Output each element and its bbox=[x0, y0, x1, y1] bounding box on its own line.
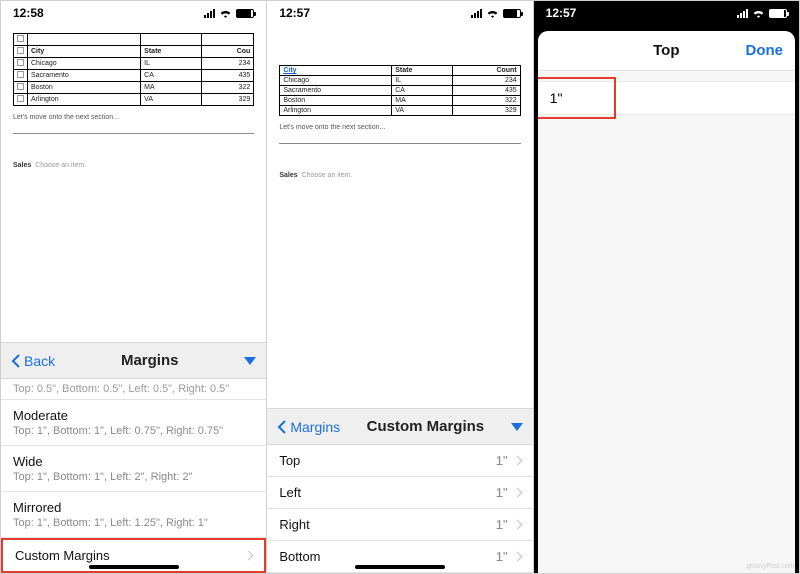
sheet-header: Margins Custom Margins bbox=[267, 409, 532, 445]
signal-icon bbox=[204, 9, 215, 18]
margin-top-row[interactable]: Top 1" bbox=[267, 445, 532, 477]
panel-custom-margins: 12:57 City State Count ChicagoIL234 Sacr… bbox=[267, 1, 533, 573]
margin-option-wide[interactable]: Wide Top: 1", Bottom: 1", Left: 2", Righ… bbox=[1, 446, 266, 492]
chevron-right-icon bbox=[512, 520, 522, 530]
back-button[interactable]: Back bbox=[11, 353, 55, 369]
status-right bbox=[471, 8, 521, 18]
margin-option-truncated[interactable]: Top: 0.5", Bottom: 0.5", Left: 0.5", Rig… bbox=[1, 379, 266, 400]
status-time: 12:58 bbox=[13, 6, 44, 20]
status-time: 12:57 bbox=[546, 6, 577, 20]
margins-sheet: Back Margins Top: 0.5", Bottom: 0.5", Le… bbox=[1, 342, 266, 573]
home-indicator bbox=[89, 565, 179, 569]
status-bar: 12:58 bbox=[1, 1, 266, 25]
sales-row: Sales Choose an item. bbox=[279, 172, 520, 179]
custom-margins-sheet: Margins Custom Margins Top 1" Left 1" Ri… bbox=[267, 408, 532, 573]
wifi-icon bbox=[486, 8, 499, 18]
chevron-right-icon bbox=[512, 456, 522, 466]
signal-icon bbox=[471, 9, 482, 18]
wifi-icon bbox=[752, 8, 765, 18]
modal-sheet: Top Done 1" bbox=[538, 31, 795, 573]
checkbox[interactable] bbox=[17, 59, 24, 66]
sales-row: Sales Choose an item. bbox=[13, 162, 254, 169]
document-preview: City State Cou ChicagoIL234 SacramentoCA… bbox=[1, 25, 266, 169]
margin-value-field[interactable]: 1" bbox=[538, 81, 795, 115]
col-state: State bbox=[141, 46, 202, 58]
margin-option-mirrored[interactable]: Mirrored Top: 1", Bottom: 1", Left: 1.25… bbox=[1, 492, 266, 538]
col-state: State bbox=[392, 66, 452, 76]
nav-bar: Top Done bbox=[538, 31, 795, 71]
status-bar: 12:57 bbox=[267, 1, 532, 25]
chevron-right-icon bbox=[244, 551, 254, 561]
margin-right-row[interactable]: Right 1" bbox=[267, 509, 532, 541]
col-city: City bbox=[280, 66, 392, 76]
margin-option-moderate[interactable]: Moderate Top: 1", Bottom: 1", Left: 0.75… bbox=[1, 400, 266, 446]
col-count: Count bbox=[452, 66, 520, 76]
data-table: City State Count ChicagoIL234 Sacramento… bbox=[279, 65, 520, 116]
chevron-right-icon bbox=[512, 488, 522, 498]
col-count: Cou bbox=[202, 46, 254, 58]
document-preview: City State Count ChicagoIL234 Sacramento… bbox=[267, 25, 532, 179]
sheet-title: Margins bbox=[55, 352, 244, 369]
sheet-header: Back Margins bbox=[1, 343, 266, 379]
done-button[interactable]: Done bbox=[745, 42, 783, 59]
battery-icon bbox=[503, 9, 521, 18]
battery-icon bbox=[236, 9, 254, 18]
panel-margins-list: 12:58 City State Cou ChicagoIL234 bbox=[1, 1, 267, 573]
signal-icon bbox=[737, 9, 748, 18]
checkbox[interactable] bbox=[17, 83, 24, 90]
battery-icon bbox=[769, 9, 787, 18]
margin-value-text: 1" bbox=[550, 90, 563, 106]
collapse-toggle-icon[interactable] bbox=[244, 357, 256, 365]
status-right bbox=[204, 8, 254, 18]
status-bar: 12:57 bbox=[534, 1, 799, 25]
status-time: 12:57 bbox=[279, 6, 310, 20]
checkbox[interactable] bbox=[17, 47, 24, 54]
chevron-right-icon bbox=[512, 552, 522, 562]
wifi-icon bbox=[219, 8, 232, 18]
col-city: City bbox=[28, 46, 141, 58]
checkbox[interactable] bbox=[17, 95, 24, 102]
margin-left-row[interactable]: Left 1" bbox=[267, 477, 532, 509]
status-right bbox=[737, 8, 787, 18]
section-text: Let's move onto the next section... bbox=[279, 124, 520, 131]
data-table: City State Cou ChicagoIL234 SacramentoCA… bbox=[13, 33, 254, 106]
sheet-title: Custom Margins bbox=[340, 418, 511, 435]
home-indicator bbox=[355, 565, 445, 569]
checkbox[interactable] bbox=[17, 71, 24, 78]
section-text: Let's move onto the next section... bbox=[13, 114, 254, 121]
checkbox[interactable] bbox=[17, 35, 24, 42]
collapse-toggle-icon[interactable] bbox=[511, 423, 523, 431]
panel-top-margin-edit: 12:57 Top Done 1" bbox=[534, 1, 799, 573]
back-button[interactable]: Margins bbox=[277, 419, 340, 435]
watermark: groovyPost.com bbox=[747, 563, 794, 570]
